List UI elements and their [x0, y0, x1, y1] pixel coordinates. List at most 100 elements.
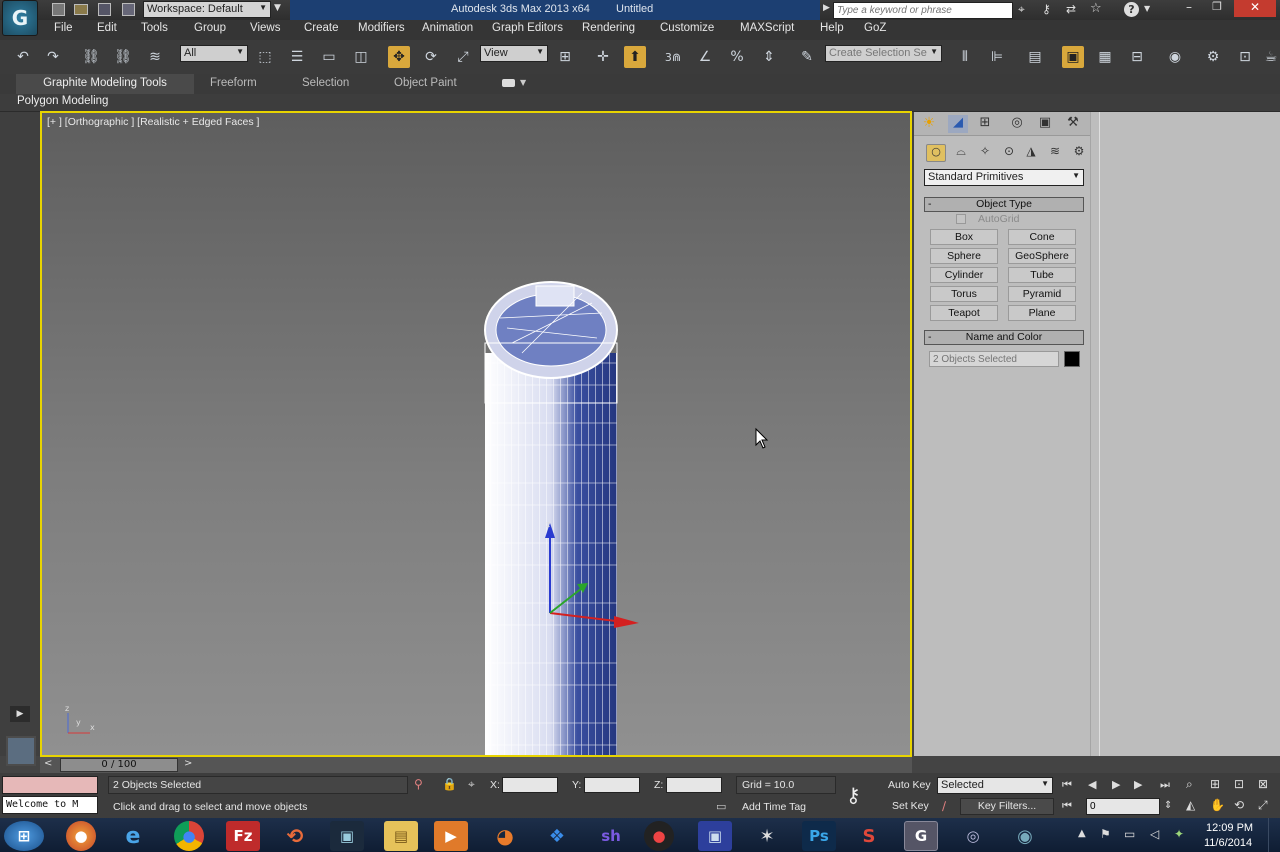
firefox-icon[interactable]: ●	[66, 821, 96, 851]
current-frame-field[interactable]	[1086, 798, 1160, 815]
go-to-end-icon[interactable]: ⏭	[1160, 778, 1170, 792]
app-logo-icon[interactable]: G	[2, 0, 38, 36]
edit-named-selection-icon[interactable]: ✎	[796, 46, 818, 68]
binoculars-icon[interactable]: ⌖	[1018, 2, 1025, 17]
select-and-manipulate-icon[interactable]: ✛	[592, 46, 614, 68]
select-and-move-icon[interactable]: ✥	[388, 46, 410, 68]
autogrid-checkbox[interactable]	[956, 214, 966, 224]
time-configuration-icon[interactable]: ⇕	[1164, 800, 1172, 811]
pivot-center-icon[interactable]: ⊞	[554, 46, 576, 68]
3dsmax-taskbar-icon[interactable]: G	[904, 821, 938, 851]
set-key-big-icon[interactable]: ⚷	[846, 783, 861, 807]
layer-manager-icon[interactable]: ▤	[1024, 46, 1046, 68]
selection-filter-dropdown[interactable]: All ▼	[180, 45, 248, 62]
viewport-orthographic[interactable]: [+ ] [Orthographic ] [Realistic + Edged …	[40, 111, 912, 757]
lights-icon[interactable]: ✧	[976, 144, 994, 162]
select-object-icon[interactable]: ⬚	[254, 46, 276, 68]
save-file-icon[interactable]	[98, 3, 111, 16]
pyramid-button[interactable]: Pyramid	[1008, 286, 1076, 302]
rectangular-selection-icon[interactable]: ▭	[318, 46, 340, 68]
go-to-start-icon[interactable]: ⏮	[1062, 778, 1072, 792]
selection-lock-icon[interactable]: 🔒	[442, 777, 457, 791]
maxscript-listener[interactable]: Welcome to M	[2, 796, 98, 814]
teapot-button[interactable]: Teapot	[930, 305, 998, 321]
menu-edit[interactable]: Edit	[97, 22, 117, 34]
clock-date[interactable]: 11/6/2014	[1204, 837, 1252, 849]
modify-tab-icon[interactable]: ◢	[948, 115, 968, 133]
shapes-icon[interactable]: ⌓	[952, 144, 970, 162]
render-production-icon[interactable]: ☕	[1262, 46, 1280, 68]
exchange-icon[interactable]: ⇄	[1066, 2, 1076, 16]
chrome-icon[interactable]: ●	[174, 821, 204, 851]
cylinder-object[interactable]	[484, 281, 618, 755]
app-icon-sphere[interactable]: ◉	[1008, 821, 1042, 851]
play-icon[interactable]: ▶	[1112, 778, 1120, 791]
cylinder-button[interactable]: Cylinder	[930, 267, 998, 283]
tube-button[interactable]: Tube	[1008, 267, 1076, 283]
y-coordinate-field[interactable]	[584, 777, 640, 793]
percent-snap-icon[interactable]: %	[726, 46, 748, 68]
sketchup-icon[interactable]: ⟲	[278, 821, 312, 851]
systems-icon[interactable]: ⚙	[1070, 144, 1088, 162]
select-by-name-icon[interactable]: ☰	[286, 46, 308, 68]
file-explorer-icon[interactable]: ▤	[384, 821, 418, 851]
object-type-rollout[interactable]: - Object Type	[924, 197, 1084, 212]
prev-frame-icon[interactable]: <	[44, 758, 52, 769]
zoom-icon[interactable]: ⌕	[1186, 777, 1193, 792]
schematic-view-icon[interactable]: ⊟	[1126, 46, 1148, 68]
photoshop-icon[interactable]: Ps	[802, 821, 836, 851]
display-tab-icon[interactable]: ▣	[1036, 115, 1054, 133]
absolute-mode-icon[interactable]: ⌖	[468, 777, 475, 792]
zoom-extents-icon[interactable]: ⊡	[1234, 777, 1244, 791]
internet-explorer-icon[interactable]: e	[116, 821, 150, 851]
tray-volume-icon[interactable]: ◁	[1150, 827, 1159, 841]
menu-rendering[interactable]: Rendering	[582, 22, 635, 34]
default-tangents-icon[interactable]: ∕	[942, 799, 946, 813]
set-key-button[interactable]: Set Key	[892, 800, 929, 812]
media-player-icon[interactable]: ▶	[434, 821, 468, 851]
hierarchy-tab-icon[interactable]: ⊞	[976, 115, 994, 133]
expand-search-icon[interactable]: ▶	[823, 3, 830, 13]
select-and-link-icon[interactable]: ⛓	[80, 46, 102, 68]
cone-button[interactable]: Cone	[1008, 229, 1076, 245]
menu-graph-editors[interactable]: Graph Editors	[492, 22, 563, 34]
snaps-toggle-icon[interactable]: 3 ⋒	[662, 46, 684, 68]
menu-animation[interactable]: Animation	[422, 22, 473, 34]
tab-selection[interactable]: Selection	[302, 77, 349, 89]
zoom-extents-all-icon[interactable]: ⊠	[1258, 777, 1268, 791]
cameras-icon[interactable]: ⊙	[1000, 144, 1018, 162]
next-frame-icon[interactable]: ▶	[1134, 778, 1142, 791]
name-and-color-rollout[interactable]: - Name and Color	[924, 330, 1084, 345]
orbit-icon[interactable]: ⟲	[1234, 798, 1244, 812]
angle-snap-icon[interactable]: ∠	[694, 46, 716, 68]
utilities-tab-icon[interactable]: ⚒	[1064, 115, 1082, 133]
minimize-icon[interactable]: –	[1176, 0, 1202, 17]
show-hidden-icons-icon[interactable]: ▲	[1078, 828, 1086, 839]
zoom-all-icon[interactable]: ⊞	[1210, 777, 1220, 791]
save-as-icon[interactable]	[122, 3, 135, 16]
add-time-tag[interactable]: Add Time Tag	[742, 801, 806, 813]
motion-tab-icon[interactable]: ◎	[1008, 115, 1026, 133]
z-coordinate-field[interactable]	[666, 777, 722, 793]
reference-coordinate-dropdown[interactable]: View ▼	[480, 45, 548, 62]
favorites-star-icon[interactable]: ☆	[1090, 1, 1102, 16]
menu-help[interactable]: Help	[820, 22, 844, 34]
menu-tools[interactable]: Tools	[141, 22, 168, 34]
menu-customize[interactable]: Customize	[660, 22, 714, 34]
workspace-menu-icon[interactable]: ▼	[274, 3, 281, 13]
spinner-snap-icon[interactable]: ⇕	[758, 46, 780, 68]
help-dropdown-icon[interactable]: ▼	[1144, 4, 1150, 13]
key-mode-dropdown[interactable]: Selected ▼	[937, 777, 1053, 794]
tab-graphite-modeling-tools[interactable]: Graphite Modeling Tools	[16, 74, 194, 94]
polygon-modeling-panel[interactable]: Polygon Modeling	[17, 95, 108, 107]
substance-icon[interactable]: S	[852, 821, 886, 851]
named-selection-sets-dropdown[interactable]: Create Selection Se ▼	[825, 45, 942, 62]
filezilla-icon[interactable]: Fz	[226, 821, 260, 851]
open-file-icon[interactable]	[74, 4, 88, 15]
render-setup-icon[interactable]: ⚙	[1202, 46, 1224, 68]
clock-time[interactable]: 12:09 PM	[1206, 822, 1253, 834]
undo-icon[interactable]: ↶	[12, 46, 34, 68]
space-warps-icon[interactable]: ≋	[1046, 144, 1064, 162]
search-input[interactable]	[833, 2, 1013, 19]
restore-icon[interactable]: ❐	[1204, 0, 1230, 17]
